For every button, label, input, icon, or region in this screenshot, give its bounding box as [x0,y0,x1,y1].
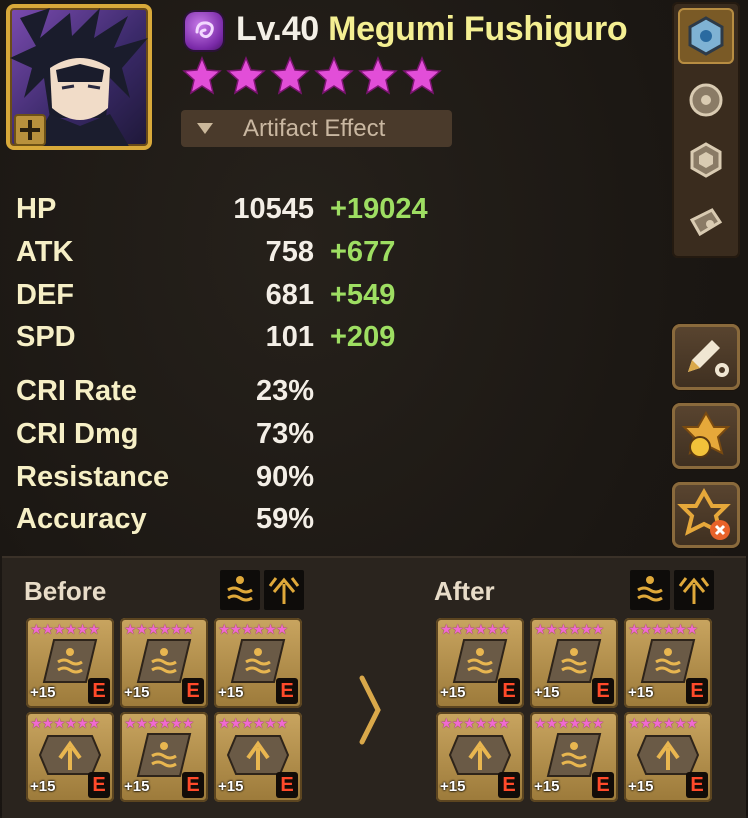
gem-tab-icon[interactable] [682,136,730,184]
stat-label: CRI Rate [16,375,137,407]
stat-label: ATK [16,236,74,268]
star-rating [182,56,442,96]
stat-base-value: 758 [265,236,314,268]
stat-label: Resistance [16,461,170,493]
rune-grade: E [498,772,520,798]
rune-grade: E [88,772,110,798]
rune-level: +15 [218,684,244,701]
monster-title: Lv.40 Megumi Fushiguro [236,10,628,49]
dark-element-icon [185,12,223,50]
stat-bonus-value: +677 [330,236,396,268]
stat-base-value: 90% [255,461,314,493]
stat-base-value: 101 [265,321,314,353]
rune-slot-3[interactable]: ★★★★★★ +15 E [214,618,302,708]
monster-name: Megumi Fushiguro [328,10,628,48]
stat-base-value: 23% [255,375,314,407]
rune-grade: E [276,678,298,704]
rune-level: +15 [628,778,654,795]
edit-settings-button[interactable] [672,324,740,390]
dropdown-triangle-icon [197,123,213,134]
rune-slot-4[interactable]: ★★★★★★ +15 E [436,712,524,802]
energy-set-icon [674,570,714,610]
rune-equip-icon [681,410,731,458]
rune-grade: E [276,772,298,798]
side-tab-panel [672,2,740,258]
artifact-effect-label: Artifact Effect [243,114,386,142]
monster-detail-screen: Lv.40 Megumi Fushiguro Artifact Effect H… [0,0,748,818]
artifact-effect-button[interactable]: Artifact Effect [181,110,452,147]
rune-slot-1[interactable]: ★★★★★★ +15 E [26,618,114,708]
rune-slot-2[interactable]: ★★★★★★ +15 E [120,618,208,708]
star-icon [402,56,442,95]
fatal-set-icon [630,570,670,610]
rune-remove-icon [677,487,731,540]
rune-slot-2[interactable]: ★★★★★★ +15 E [530,618,618,708]
edit-settings-icon [688,340,729,377]
rune-slot-4[interactable]: ★★★★★★ +15 E [26,712,114,802]
star-icon [182,56,222,95]
rune-level: +15 [124,684,150,701]
rune-remove-button[interactable] [672,482,740,548]
after-label: After [434,576,495,606]
rune-slot-5[interactable]: ★★★★★★ +15 E [530,712,618,802]
rune-level: +15 [440,778,466,795]
star-icon [270,56,310,95]
dark-attribute-badge-icon [14,114,46,146]
chevron-right-icon [356,670,386,755]
rune-level: +15 [628,684,654,701]
rune-slot-1[interactable]: ★★★★★★ +15 E [436,618,524,708]
rune-grade: E [686,678,708,704]
monster-portrait[interactable] [6,4,152,150]
rune-slot-6[interactable]: ★★★★★★ +15 E [214,712,302,802]
star-icon [226,56,266,95]
monster-level: Lv.40 [236,10,319,48]
rune-slot-6[interactable]: ★★★★★★ +15 E [624,712,712,802]
rune-grade: E [88,678,110,704]
artifact-tab-icon[interactable] [682,76,730,124]
star-icon [358,56,398,95]
rune-grade: E [498,678,520,704]
stat-label: Accuracy [16,503,147,535]
rune-grade: E [592,772,614,798]
stat-bonus-value: +549 [330,279,396,311]
rune-level: +15 [30,684,56,701]
stat-label: SPD [16,321,76,353]
stat-base-value: 681 [265,279,314,311]
rune-tab-icon[interactable] [678,8,734,64]
stat-bonus-value: +19024 [330,193,428,225]
skill-tab-icon[interactable] [682,198,730,246]
rune-level: +15 [440,684,466,701]
stat-base-value: 73% [255,418,314,450]
stat-label: CRI Dmg [16,418,139,450]
rune-level: +15 [218,778,244,795]
stat-label: DEF [16,279,74,311]
stat-base-value: 59% [255,503,314,535]
fatal-set-icon [220,570,260,610]
rune-grade: E [592,678,614,704]
rune-level: +15 [534,778,560,795]
rune-equip-button[interactable] [672,403,740,469]
rune-grade: E [182,678,204,704]
rune-level: +15 [30,778,56,795]
rune-level: +15 [124,778,150,795]
stat-base-value: 10545 [233,193,314,225]
rune-slot-3[interactable]: ★★★★★★ +15 E [624,618,712,708]
rune-level: +15 [534,684,560,701]
rune-grade: E [686,772,708,798]
star-icon [314,56,354,95]
stat-bonus-value: +209 [330,321,396,353]
stat-label: HP [16,193,57,225]
rune-slot-5[interactable]: ★★★★★★ +15 E [120,712,208,802]
energy-set-icon [264,570,304,610]
before-label: Before [24,576,107,606]
rune-grade: E [182,772,204,798]
